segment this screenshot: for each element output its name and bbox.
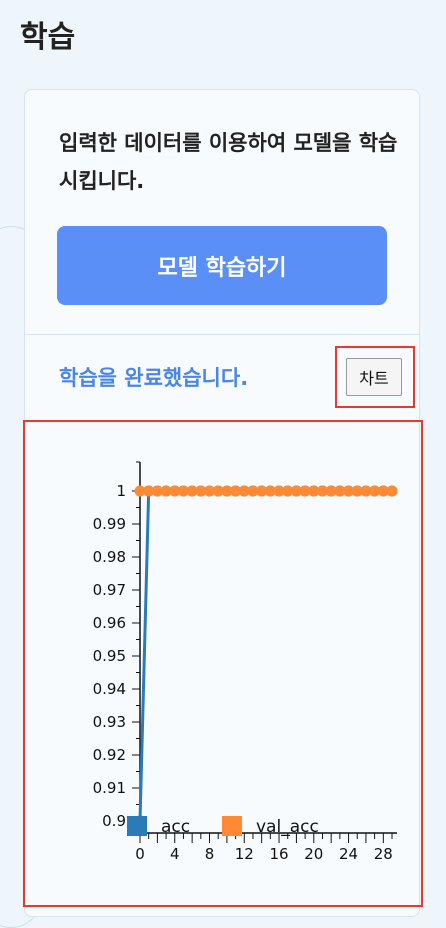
legend-label-val-acc: val_acc	[256, 817, 319, 837]
y-tick-label: 0.9	[102, 812, 126, 830]
series-line-acc	[138, 489, 392, 822]
legend-label-acc: acc	[161, 817, 190, 837]
legend-swatch-val-acc	[222, 816, 242, 836]
chart-button[interactable]: 차트	[346, 358, 402, 396]
data-point-val_acc	[386, 485, 398, 497]
x-tick-label: 0	[135, 845, 145, 863]
y-tick-label: 0.94	[93, 680, 126, 698]
x-tick-label: 24	[339, 845, 358, 863]
x-tick-label: 16	[269, 845, 288, 863]
panel-description: 입력한 데이터를 이용하여 모델을 학습시킵니다.	[59, 131, 398, 193]
x-tick-label: 8	[205, 845, 215, 863]
y-tick-label: 0.93	[93, 713, 126, 731]
x-tick-label: 4	[170, 845, 180, 863]
training-status: 학습을 완료했습니다.	[59, 366, 249, 390]
page-title: 학습	[20, 20, 76, 55]
y-tick-label: 0.91	[93, 779, 126, 797]
y-tick-label: 0.99	[93, 515, 126, 533]
train-model-button[interactable]: 모델 학습하기	[57, 226, 387, 305]
training-panel: 입력한 데이터를 이용하여 모델을 학습시킵니다. 모델 학습하기 학습을 완료…	[23, 89, 423, 917]
y-tick-label: 1	[116, 482, 126, 500]
chart-button-highlight: 차트	[335, 346, 415, 408]
legend-swatch-acc	[127, 816, 147, 836]
y-tick-label: 0.96	[93, 614, 126, 632]
y-tick-label: 0.98	[93, 548, 126, 566]
y-tick-label: 0.97	[93, 581, 126, 599]
x-tick-label: 12	[235, 845, 254, 863]
y-tick-label: 0.95	[93, 647, 126, 665]
x-tick-label: 28	[374, 845, 393, 863]
accuracy-chart: 0.9 0.91 0.92 0.93 0.94 0.95 0.96 0.97 0.98 0.99 1…	[93, 461, 398, 863]
chart-container: 0.9 0.91 0.92 0.93 0.94 0.95 0.96 0.97 0.98 0.99 1…	[23, 420, 423, 907]
x-tick-label: 20	[304, 845, 323, 863]
y-tick-label: 0.92	[93, 746, 126, 764]
divider	[25, 334, 419, 335]
